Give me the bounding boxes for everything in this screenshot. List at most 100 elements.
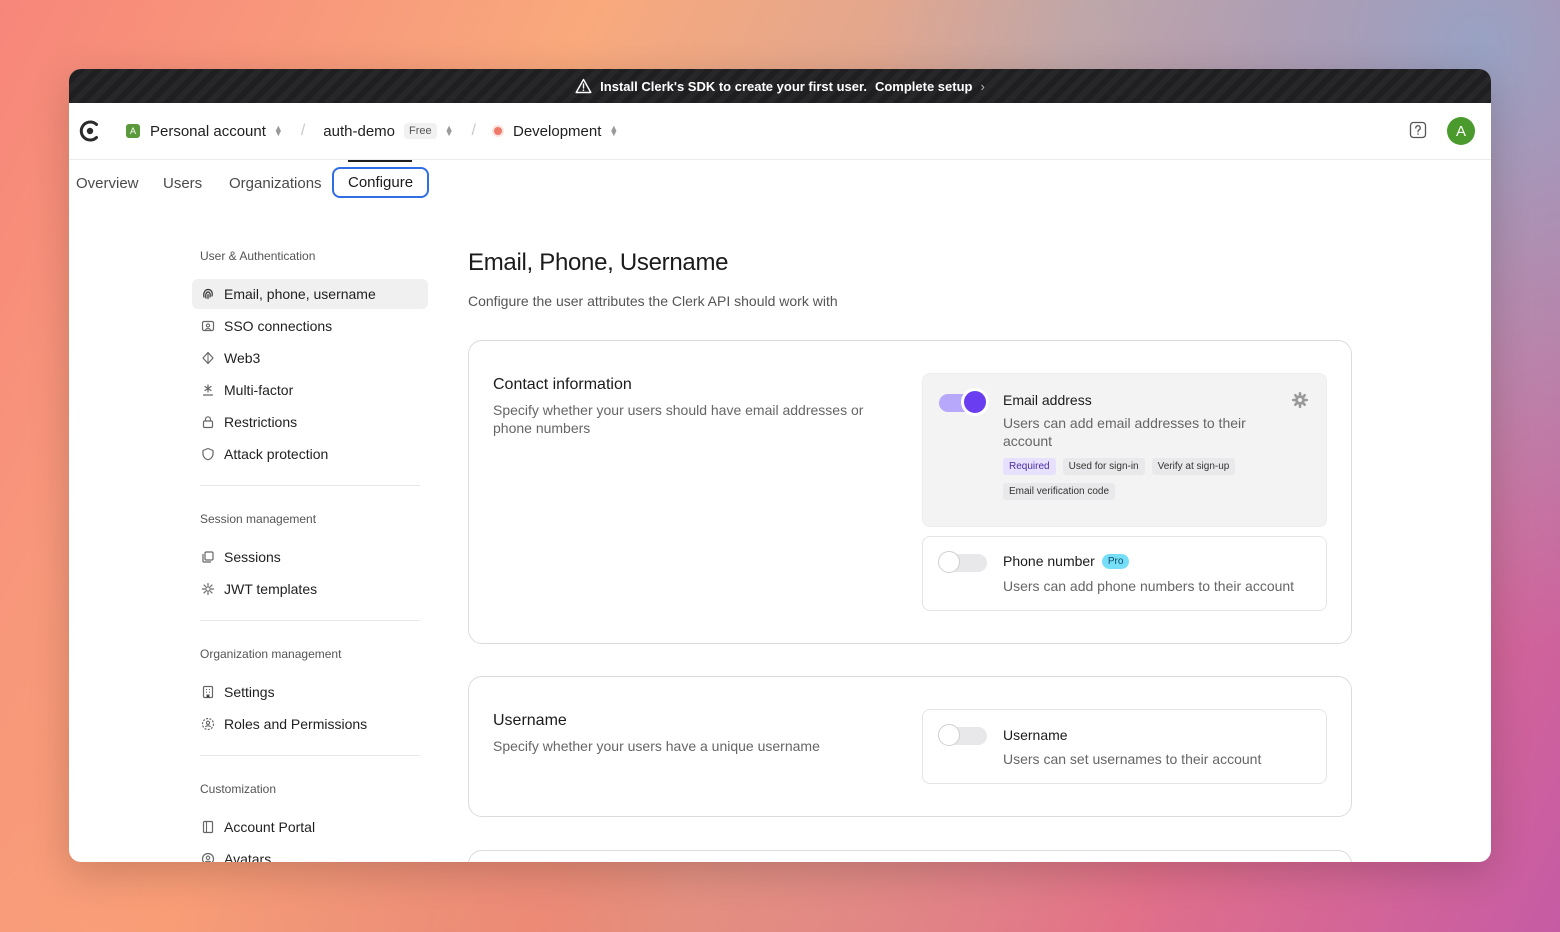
clerk-logo-icon[interactable] bbox=[78, 119, 102, 143]
toggle-knob bbox=[964, 391, 986, 413]
sidebar-divider bbox=[200, 485, 420, 486]
sidebar-section-heading: Customization bbox=[200, 782, 277, 796]
sidebar-item-label: Attack protection bbox=[224, 446, 329, 462]
sidebar-item-label: Avatars bbox=[224, 851, 272, 862]
option-title: Phone number Pro bbox=[1003, 553, 1130, 569]
option-title: Email address bbox=[1003, 392, 1092, 408]
sidebar-section-heading: Organization management bbox=[200, 647, 342, 661]
pro-badge: Pro bbox=[1101, 553, 1130, 569]
sidebar-divider bbox=[200, 620, 420, 621]
sidebar-item-label: Settings bbox=[224, 684, 275, 700]
card-description: Specify whether your users have a unique… bbox=[493, 738, 820, 754]
verification-method-tag: Email verification code bbox=[1003, 483, 1116, 500]
sidebar-item-sso-connections[interactable]: SSO connections bbox=[192, 311, 428, 341]
sidebar-item-attack-protection[interactable]: Attack protection bbox=[192, 439, 428, 469]
sidebar-section-heading: Session management bbox=[200, 512, 317, 526]
sidebar-item-multi-factor[interactable]: Multi-factor bbox=[192, 375, 428, 405]
username-toggle[interactable] bbox=[938, 724, 987, 746]
gear-icon[interactable] bbox=[1292, 392, 1308, 408]
tab-overview[interactable]: Overview bbox=[76, 169, 139, 198]
page-title: Email, Phone, Username bbox=[468, 249, 729, 276]
chevron-up-down-icon: ▲ ▼ bbox=[273, 123, 283, 138]
environment-status-dot bbox=[494, 127, 502, 135]
phone-number-toggle[interactable] bbox=[938, 551, 987, 573]
email-address-option: Email address Users can add email addres… bbox=[922, 373, 1327, 527]
main-tabs: Overview Users Organizations Configure bbox=[69, 160, 1491, 206]
environment-switcher[interactable]: Development ▲ ▼ bbox=[494, 123, 618, 140]
option-title-text: Phone number bbox=[1003, 553, 1095, 569]
option-title: Username bbox=[1003, 727, 1068, 743]
portal-icon bbox=[200, 819, 216, 835]
username-option: Username Users can set usernames to thei… bbox=[922, 709, 1327, 784]
sidebar-item-label: JWT templates bbox=[224, 581, 318, 597]
warning-icon bbox=[575, 78, 592, 94]
app-window: Install Clerk's SDK to create your first… bbox=[69, 69, 1491, 862]
plan-badge: Free bbox=[404, 123, 437, 139]
sidebar-item-roles-and-permissions[interactable]: Roles and Permissions bbox=[192, 709, 428, 739]
sidebar-item-label: Email, phone, username bbox=[224, 286, 376, 302]
card-title: Username bbox=[493, 712, 567, 729]
sidebar-section-heading: User & Authentication bbox=[200, 249, 316, 263]
complete-setup-link[interactable]: Complete setup bbox=[875, 79, 973, 94]
jwt-icon bbox=[200, 581, 216, 597]
sidebar-item-jwt-templates[interactable]: JWT templates bbox=[192, 574, 428, 604]
tab-organizations[interactable]: Organizations bbox=[229, 169, 322, 198]
sidebar-item-label: SSO connections bbox=[224, 318, 333, 334]
application-switcher[interactable]: auth-demo Free ▲ ▼ bbox=[323, 123, 453, 140]
sidebar-item-email-phone-username[interactable]: Email, phone, username bbox=[192, 279, 428, 309]
tab-configure[interactable]: Configure bbox=[332, 167, 430, 198]
user-avatar[interactable]: A bbox=[1447, 117, 1475, 145]
sidebar-item-label: Multi-factor bbox=[224, 382, 294, 398]
account-switcher[interactable]: A Personal account ▲ ▼ bbox=[126, 123, 283, 140]
sidebar-item-restrictions[interactable]: Restrictions bbox=[192, 407, 428, 437]
sidebar-item-avatars[interactable]: Avatars bbox=[192, 844, 428, 862]
sidebar-item-settings[interactable]: Settings bbox=[192, 677, 428, 707]
username-card: Username Specify whether your users have… bbox=[468, 676, 1352, 817]
card-description: Specify whether your users should have e… bbox=[493, 402, 864, 436]
sidebar-item-label: Restrictions bbox=[224, 414, 298, 430]
page-subtitle: Configure the user attributes the Clerk … bbox=[468, 293, 838, 309]
banner-message: Install Clerk's SDK to create your first… bbox=[600, 78, 867, 94]
next-settings-card bbox=[468, 850, 1352, 862]
tab-users[interactable]: Users bbox=[163, 169, 202, 198]
web3-icon bbox=[200, 350, 216, 366]
sidebar-item-account-portal[interactable]: Account Portal bbox=[192, 812, 428, 842]
shield-icon bbox=[200, 446, 216, 462]
sessions-icon bbox=[200, 549, 216, 565]
required-tag: Required bbox=[1003, 458, 1056, 475]
email-address-toggle[interactable] bbox=[939, 391, 987, 413]
application-name: auth-demo bbox=[323, 122, 395, 140]
sign-in-tag: Used for sign-in bbox=[1062, 458, 1145, 475]
sso-icon bbox=[200, 318, 216, 334]
avatar-icon bbox=[200, 851, 216, 862]
sidebar-item-label: Sessions bbox=[224, 549, 281, 565]
sidebar-item-label: Roles and Permissions bbox=[224, 716, 368, 732]
sidebar-item-sessions[interactable]: Sessions bbox=[192, 542, 428, 572]
option-description: Users can set usernames to their account bbox=[1003, 751, 1262, 767]
chevron-up-down-icon: ▲ ▼ bbox=[609, 123, 619, 138]
roles-icon bbox=[200, 716, 216, 732]
sidebar-item-web3[interactable]: Web3 bbox=[192, 343, 428, 373]
account-badge: A bbox=[126, 124, 140, 138]
environment-name: Development bbox=[513, 122, 602, 140]
help-icon[interactable] bbox=[1409, 121, 1427, 139]
top-bar: A Personal account ▲ ▼ / auth-demo Free ▲… bbox=[69, 103, 1491, 160]
main-content: Email, Phone, Username Configure the use… bbox=[468, 249, 1352, 862]
asterisk-icon bbox=[200, 382, 216, 398]
account-name: Personal account bbox=[150, 122, 266, 140]
building-icon bbox=[200, 684, 216, 700]
toggle-knob bbox=[938, 551, 960, 573]
option-description: Users can add phone numbers to their acc… bbox=[1003, 578, 1295, 594]
verify-tag: Verify at sign-up bbox=[1151, 458, 1236, 475]
sidebar-item-label: Web3 bbox=[224, 350, 261, 366]
card-title: Contact information bbox=[493, 376, 632, 393]
fingerprint-icon bbox=[200, 286, 216, 302]
option-description: Users can add email addresses to their a… bbox=[1003, 415, 1246, 449]
settings-sidebar: User & Authentication Email, phone, user… bbox=[192, 239, 428, 862]
breadcrumb-separator: / bbox=[471, 122, 476, 139]
lock-icon bbox=[200, 414, 216, 430]
contact-information-card: Contact information Specify whether your… bbox=[468, 340, 1352, 644]
sidebar-divider bbox=[200, 755, 420, 756]
setup-banner[interactable]: Install Clerk's SDK to create your first… bbox=[69, 69, 1491, 103]
sidebar-item-label: Account Portal bbox=[224, 819, 316, 835]
